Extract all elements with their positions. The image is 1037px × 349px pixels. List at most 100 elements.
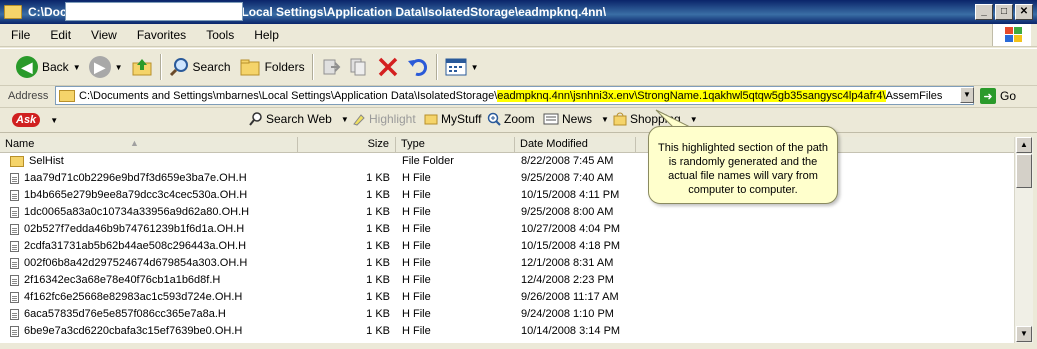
copy-to-icon [350, 58, 366, 76]
ask-search-input[interactable] [65, 2, 243, 21]
back-dropdown-icon[interactable]: ▼ [73, 63, 81, 72]
maximize-button[interactable]: □ [995, 4, 1013, 20]
file-row[interactable]: 1dc0065a83a0c10734a33956a9d62a80.OH.H 1 K… [0, 204, 1014, 221]
scroll-up-button[interactable]: ▲ [1016, 137, 1032, 153]
file-name-cell[interactable]: 2f16342ec3a68e78e40f76cb1a1b6d8f.H [10, 274, 220, 286]
file-type: H File [402, 325, 431, 337]
file-name-cell[interactable]: 002f06b8a42d297524674d679854a303.OH.H [10, 257, 247, 269]
search-label: Search [192, 60, 231, 74]
search-button[interactable]: Search [165, 52, 235, 82]
file-name: SelHist [29, 155, 64, 167]
menu-favorites[interactable]: Favorites [126, 28, 195, 42]
file-row[interactable]: 1aa79d71c0b2296e9bd7f3d659e3ba7e.OH.H 1 K… [0, 170, 1014, 187]
copy-to-button[interactable] [345, 52, 373, 82]
file-type: File Folder [402, 155, 454, 167]
menu-file[interactable]: File [0, 28, 39, 42]
file-type: H File [402, 308, 431, 320]
vertical-scrollbar[interactable]: ▲ ▼ [1014, 137, 1033, 343]
address-path-suffix: AssemFiles [885, 89, 943, 102]
column-header-name[interactable]: Name ▲ [0, 137, 298, 153]
file-row[interactable]: 6be9e7a3cd6220cbafa3c15ef7639be0.OH.H 1 K… [0, 323, 1014, 340]
address-input[interactable]: C:\Documents and Settings\mbarnes\Local … [55, 86, 974, 105]
up-folder-button[interactable] [127, 52, 157, 82]
news-button[interactable]: News ▼ [543, 112, 609, 126]
file-name: 6be9e7a3cd6220cbafa3c15ef7639be0.OH.H [24, 325, 243, 337]
file-name-cell[interactable]: 02b527f7edda46b9b74761239b1f6d1a.OH.H [10, 223, 244, 235]
news-dropdown-icon[interactable]: ▼ [601, 115, 609, 124]
file-type: H File [402, 240, 431, 252]
mystuff-button[interactable]: MyStuff [424, 112, 481, 126]
file-name: 2cdfa31731ab5b62b44ae508c296443a.OH.H [24, 240, 247, 252]
search-web-button[interactable]: Search Web ▼ [249, 112, 349, 126]
file-name-cell[interactable]: 1b4b665e279b9ee8a79dcc3c4cec530a.OH.H [10, 189, 247, 201]
search-web-dropdown-icon[interactable]: ▼ [341, 115, 349, 124]
go-button[interactable]: ➜ Go [980, 86, 1016, 106]
address-bar: Address C:\Documents and Settings\mbarne… [0, 85, 1037, 108]
file-row[interactable]: 2f16342ec3a68e78e40f76cb1a1b6d8f.H 1 KB H … [0, 272, 1014, 289]
forward-arrow-icon: ▶ [88, 56, 111, 78]
scroll-thumb[interactable] [1016, 154, 1032, 188]
file-row[interactable]: 1b4b665e279b9ee8a79dcc3c4cec530a.OH.H 1 K… [0, 187, 1014, 204]
folder-icon [4, 5, 22, 19]
file-type: H File [402, 189, 431, 201]
file-row[interactable]: SelHist File Folder 8/22/2008 7:45 AM [0, 153, 1014, 170]
file-row[interactable]: 6aca57835d76e5e857f086cc365e7a8a.H 1 KB H … [0, 306, 1014, 323]
file-date: 10/27/2008 4:04 PM [521, 223, 621, 235]
file-size: 1 KB [366, 274, 390, 286]
forward-dropdown-icon[interactable]: ▼ [115, 63, 123, 72]
close-button[interactable]: ✕ [1015, 4, 1033, 20]
move-to-button[interactable] [317, 52, 345, 82]
file-name-cell[interactable]: 4f162fc6e25668e82983ac1c593d724e.OH.H [10, 291, 242, 303]
highlight-label: Highlight [369, 112, 416, 126]
file-row[interactable]: 2cdfa31731ab5b62b44ae508c296443a.OH.H 1 K… [0, 238, 1014, 255]
annotation-callout: This highlighted section of the path is … [648, 126, 838, 204]
mystuff-label: MyStuff [441, 112, 482, 126]
folders-icon [240, 59, 260, 76]
file-icon [10, 223, 19, 235]
folder-icon [10, 155, 24, 167]
column-header-size[interactable]: Size [298, 137, 396, 153]
file-size: 1 KB [366, 325, 390, 337]
scroll-down-button[interactable]: ▼ [1016, 326, 1032, 342]
views-dropdown-icon[interactable]: ▼ [471, 63, 479, 72]
undo-button[interactable] [403, 52, 433, 82]
windows-logo-icon [992, 24, 1031, 46]
file-name-cell[interactable]: 1dc0065a83a0c10734a33956a9d62a80.OH.H [10, 206, 249, 218]
toolbar-separator [159, 54, 162, 80]
back-button[interactable]: ◀ Back ▼ [12, 52, 85, 82]
zoom-button[interactable]: Zoom [487, 112, 535, 126]
menu-edit[interactable]: Edit [39, 28, 80, 42]
delete-button[interactable] [373, 52, 403, 82]
file-name: 2f16342ec3a68e78e40f76cb1a1b6d8f.H [24, 274, 221, 286]
back-arrow-icon: ◀ [16, 56, 38, 78]
file-size: 1 KB [366, 189, 390, 201]
file-date: 9/25/2008 8:00 AM [521, 206, 614, 218]
file-name-cell[interactable]: 6be9e7a3cd6220cbafa3c15ef7639be0.OH.H [10, 325, 242, 337]
up-folder-icon [132, 59, 152, 76]
highlight-button[interactable]: Highlight [352, 112, 416, 126]
file-name: 002f06b8a42d297524674d679854a303.OH.H [24, 257, 248, 269]
forward-button[interactable]: ▶ ▼ [85, 52, 127, 82]
file-name-cell[interactable]: 1aa79d71c0b2296e9bd7f3d659e3ba7e.OH.H [10, 172, 247, 184]
address-dropdown-button[interactable]: ▼ [960, 87, 974, 103]
menu-help[interactable]: Help [243, 28, 288, 42]
file-name-cell[interactable]: 2cdfa31731ab5b62b44ae508c296443a.OH.H [10, 240, 246, 252]
views-button[interactable]: ▼ [441, 52, 483, 82]
mystuff-icon [424, 114, 438, 125]
minimize-button[interactable]: _ [975, 4, 993, 20]
menu-view[interactable]: View [80, 28, 126, 42]
file-name-cell[interactable]: 6aca57835d76e5e857f086cc365e7a8a.H [10, 308, 226, 320]
ask-logo[interactable]: Ask [12, 113, 41, 127]
menu-tools[interactable]: Tools [195, 28, 243, 42]
file-row[interactable]: 4f162fc6e25668e82983ac1c593d724e.OH.H 1 K… [0, 289, 1014, 306]
folders-button[interactable]: Folders [235, 52, 309, 82]
address-path-highlight: eadmpknq.4nn\jsnhni3x.env\StrongName.1qa… [497, 89, 886, 102]
file-icon [10, 206, 19, 218]
column-header-date[interactable]: Date Modified [515, 137, 636, 153]
file-type: H File [402, 291, 431, 303]
file-row[interactable]: 002f06b8a42d297524674d679854a303.OH.H 1 K… [0, 255, 1014, 272]
file-row[interactable]: 02b527f7edda46b9b74761239b1f6d1a.OH.H 1 K… [0, 221, 1014, 238]
column-header-type[interactable]: Type [396, 137, 515, 153]
ask-dropdown-icon[interactable]: ▼ [50, 116, 58, 125]
file-name-cell[interactable]: SelHist [10, 155, 64, 167]
